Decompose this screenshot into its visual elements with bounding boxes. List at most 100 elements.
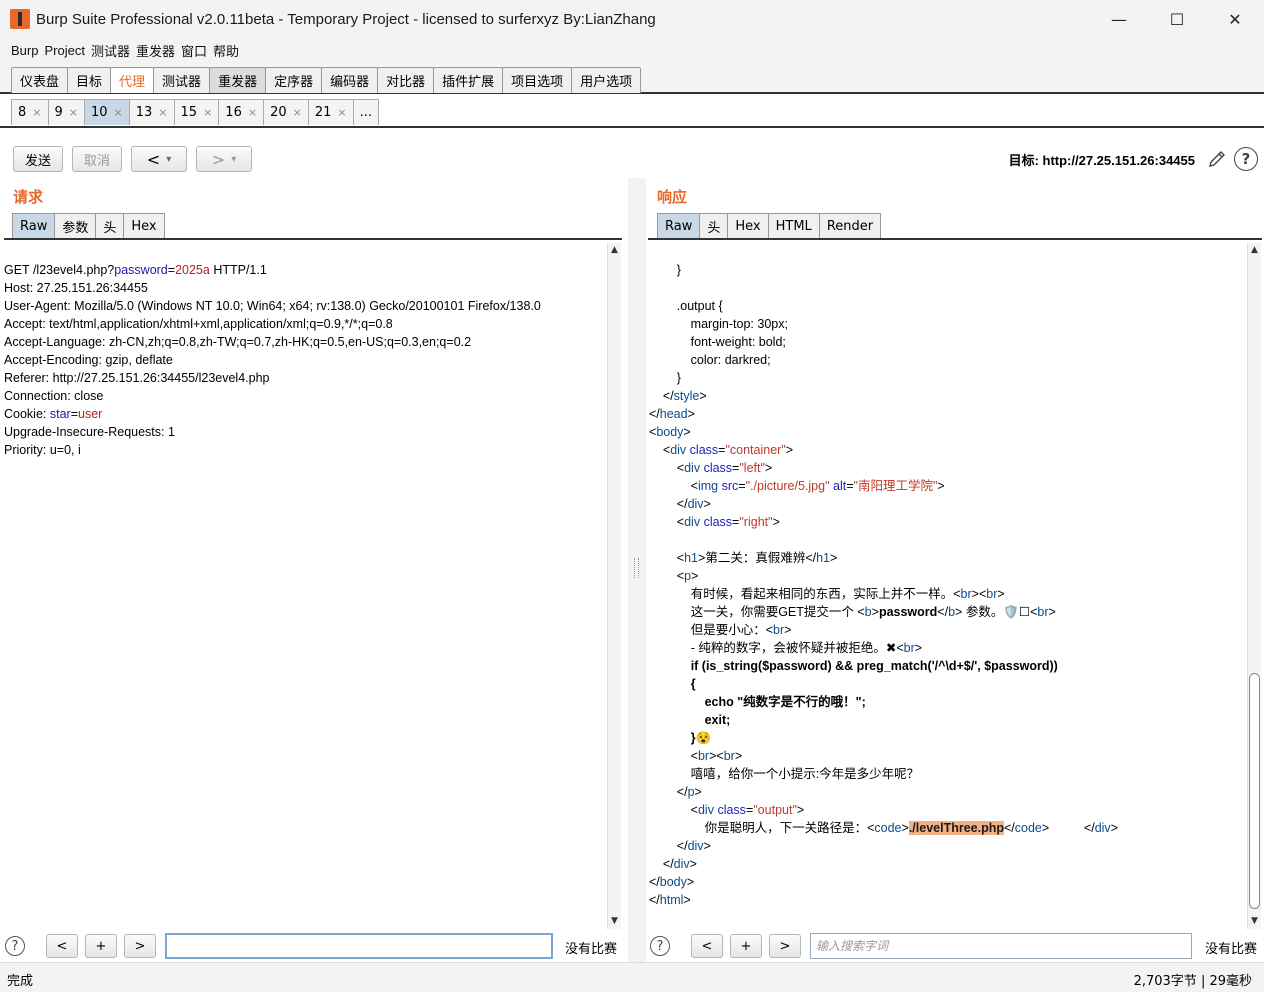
menu-project[interactable]: Project bbox=[41, 43, 87, 58]
request-search-prev-button[interactable]: < bbox=[46, 934, 78, 958]
request-tab-raw[interactable]: Raw bbox=[12, 213, 56, 238]
header-line: Referer: http://27.25.151.26:34455/l23ev… bbox=[4, 371, 270, 385]
request-search-input[interactable] bbox=[165, 933, 553, 959]
request-tab-params[interactable]: 参数 bbox=[54, 213, 97, 238]
repeater-tab-label: 20 bbox=[270, 105, 287, 120]
request-search-next-button[interactable]: > bbox=[124, 934, 156, 958]
forward-arrow-icon: > bbox=[211, 149, 226, 169]
close-tab-icon[interactable]: × bbox=[203, 106, 212, 119]
repeater-tab[interactable]: 13 × bbox=[128, 99, 175, 125]
menu-bar: Burp Project 测试器 重发器 窗口 帮助 bbox=[0, 38, 1264, 62]
repeater-tab[interactable]: 15 × bbox=[173, 99, 220, 125]
request-line: GET /l23evel4.php?password=2025a HTTP/1.… bbox=[4, 263, 267, 277]
close-tab-icon[interactable]: × bbox=[32, 106, 41, 119]
target-label: 目标: http://27.25.151.26:34455 bbox=[1008, 153, 1195, 168]
tab-comparer[interactable]: 对比器 bbox=[377, 67, 435, 93]
repeater-tab[interactable]: 8 × bbox=[11, 99, 49, 125]
response-search-prev-button[interactable]: < bbox=[691, 934, 723, 958]
menu-help[interactable]: 帮助 bbox=[210, 41, 242, 60]
scroll-thumb[interactable] bbox=[1249, 673, 1260, 909]
status-text: 完成 bbox=[7, 974, 34, 989]
response-tab-render[interactable]: Render bbox=[818, 213, 882, 238]
scroll-up-icon[interactable]: ▲ bbox=[1249, 245, 1260, 256]
close-tab-icon[interactable]: × bbox=[337, 106, 346, 119]
tab-repeater[interactable]: 重发器 bbox=[209, 67, 267, 93]
cookie-line: Cookie: star=user bbox=[4, 407, 103, 421]
repeater-tab[interactable]: 9 × bbox=[47, 99, 85, 125]
splitter-grip-icon bbox=[634, 558, 639, 578]
menu-window[interactable]: 窗口 bbox=[178, 41, 210, 60]
minimize-button[interactable]: — bbox=[1090, 0, 1148, 38]
request-title: 请求 bbox=[13, 188, 44, 206]
response-match-count: 没有比赛 bbox=[1205, 942, 1258, 957]
cancel-button[interactable]: 取消 bbox=[72, 146, 122, 172]
back-button[interactable]: < ▾ bbox=[131, 146, 187, 172]
status-bar: 完成 2,703字节 | 29毫秒 bbox=[0, 962, 1264, 992]
header-line: Accept-Language: zh-CN,zh;q=0.8,zh-TW;q=… bbox=[4, 335, 472, 349]
tab-project-options[interactable]: 项目选项 bbox=[502, 67, 573, 93]
repeater-tab[interactable]: 20 × bbox=[263, 99, 309, 125]
tab-decoder[interactable]: 编码器 bbox=[321, 67, 379, 93]
response-search-bar: ? < + > 输入搜索字词 没有比赛 bbox=[646, 932, 1264, 960]
close-tab-icon[interactable]: × bbox=[248, 106, 257, 119]
response-search-input[interactable]: 输入搜索字词 bbox=[810, 933, 1192, 959]
menu-burp[interactable]: Burp bbox=[8, 43, 41, 58]
request-tab-hex[interactable]: Hex bbox=[123, 213, 165, 238]
response-search-next-button[interactable]: > bbox=[769, 934, 801, 958]
response-tab-hex[interactable]: Hex bbox=[727, 213, 769, 238]
repeater-tab-label: 13 bbox=[135, 105, 153, 120]
scroll-down-icon[interactable]: ▼ bbox=[1249, 916, 1260, 927]
response-search-help-icon[interactable]: ? bbox=[650, 936, 670, 956]
tab-extender[interactable]: 插件扩展 bbox=[433, 67, 504, 93]
response-search-add-button[interactable]: + bbox=[730, 934, 762, 958]
response-tab-raw[interactable]: Raw bbox=[657, 213, 701, 238]
tab-sequencer[interactable]: 定序器 bbox=[265, 67, 323, 93]
repeater-tab[interactable]: 21 × bbox=[307, 99, 354, 125]
header-line: Priority: u=0, i bbox=[4, 443, 81, 457]
menu-intruder[interactable]: 测试器 bbox=[88, 41, 133, 60]
shield-emoji-icon: 🛡️☐ bbox=[1003, 605, 1031, 619]
cross-mark-icon: ✖ bbox=[885, 641, 897, 655]
response-tab-html[interactable]: HTML bbox=[767, 213, 820, 238]
response-scrollbar[interactable]: ▲ ▼ bbox=[1247, 243, 1261, 929]
tab-dashboard[interactable]: 仪表盘 bbox=[11, 67, 69, 93]
request-search-bar: ? < + > 没有比赛 bbox=[0, 932, 628, 960]
request-search-add-button[interactable]: + bbox=[85, 934, 117, 958]
tab-user-options[interactable]: 用户选项 bbox=[571, 67, 642, 93]
menu-repeater[interactable]: 重发器 bbox=[133, 41, 178, 60]
window-title: Burp Suite Professional v2.0.11beta - Te… bbox=[36, 10, 656, 28]
request-tab-headers[interactable]: 头 bbox=[95, 213, 125, 238]
pencil-icon[interactable] bbox=[1205, 147, 1229, 171]
request-search-help-icon[interactable]: ? bbox=[5, 936, 25, 956]
tab-proxy[interactable]: 代理 bbox=[110, 67, 155, 93]
repeater-tab-label: 8 bbox=[18, 105, 27, 120]
request-scrollbar[interactable]: ▲ ▼ bbox=[607, 243, 621, 929]
close-tab-icon[interactable]: × bbox=[293, 106, 302, 119]
header-line: User-Agent: Mozilla/5.0 (Windows NT 10.0… bbox=[4, 299, 541, 313]
repeater-tab-label: 15 bbox=[180, 105, 198, 120]
dizzy-face-icon: 😵 bbox=[695, 731, 712, 745]
pane-splitter[interactable] bbox=[628, 178, 646, 962]
dropdown-icon: ▾ bbox=[231, 153, 237, 165]
repeater-tab[interactable]: 16 × bbox=[218, 99, 265, 125]
tab-intruder[interactable]: 测试器 bbox=[153, 67, 211, 93]
maximize-button[interactable]: ☐ bbox=[1148, 0, 1206, 38]
repeater-tab-label: 10 bbox=[91, 105, 108, 120]
tab-target[interactable]: 目标 bbox=[67, 67, 112, 93]
repeater-toolbar: 发送 取消 < ▾ > ▾ 目标: http://27.25.151.26:34… bbox=[0, 128, 1264, 178]
scroll-up-icon[interactable]: ▲ bbox=[609, 245, 620, 256]
response-editor[interactable]: }​ .output { margin-top: 30px; font-weig… bbox=[649, 243, 1247, 929]
request-editor[interactable]: GET /l23evel4.php?password=2025a HTTP/1.… bbox=[4, 243, 607, 929]
forward-button[interactable]: > ▾ bbox=[196, 146, 252, 172]
close-button[interactable]: ✕ bbox=[1206, 0, 1264, 38]
close-tab-icon[interactable]: × bbox=[69, 106, 78, 119]
close-tab-icon[interactable]: × bbox=[158, 106, 167, 119]
help-icon[interactable]: ? bbox=[1234, 147, 1258, 171]
response-tab-headers[interactable]: 头 bbox=[699, 213, 729, 238]
new-tab-button[interactable]: ... bbox=[352, 99, 379, 125]
send-button[interactable]: 发送 bbox=[13, 146, 63, 172]
repeater-tab-active[interactable]: 10 × bbox=[84, 99, 130, 125]
scroll-down-icon[interactable]: ▼ bbox=[609, 916, 620, 927]
main-tab-bar: 仪表盘 目标 代理 测试器 重发器 定序器 编码器 对比器 插件扩展 项目选项 … bbox=[0, 62, 1264, 94]
close-tab-icon[interactable]: × bbox=[114, 106, 123, 119]
